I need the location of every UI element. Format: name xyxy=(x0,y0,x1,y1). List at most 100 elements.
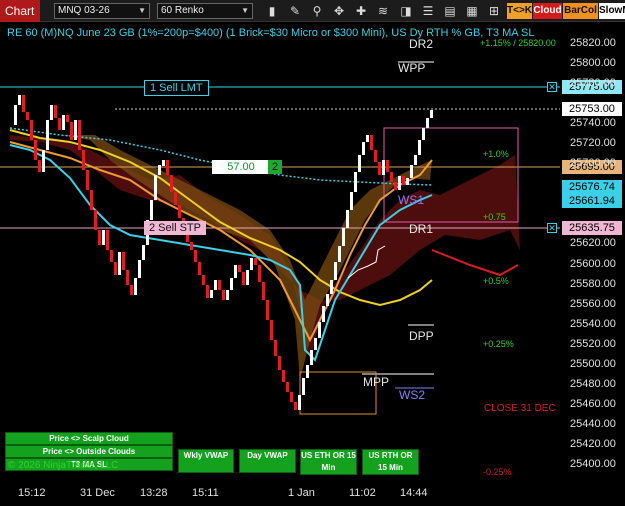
indicators-icon[interactable]: ≋ xyxy=(375,3,391,19)
renko-brick xyxy=(86,170,89,190)
renko-brick xyxy=(66,115,69,122)
renko-brick xyxy=(118,252,121,275)
crosshair-icon[interactable]: ✚ xyxy=(353,3,369,19)
renko-brick xyxy=(166,160,169,175)
renko-brick xyxy=(14,105,17,125)
renko-brick xyxy=(162,160,165,166)
renko-brick xyxy=(58,118,61,130)
slow-ma-button[interactable]: SlowM xyxy=(599,3,625,19)
position-qty[interactable]: 2 xyxy=(268,160,282,174)
renko-brick xyxy=(334,262,337,280)
cancel-sell-stp-icon[interactable]: ✕ xyxy=(547,223,557,233)
renko-brick xyxy=(414,155,417,165)
renko-brick xyxy=(18,95,21,105)
chart-header: RE 60 (M)NQ June 23 GB (1%=200p=$400) (1… xyxy=(7,27,535,39)
renko-brick xyxy=(114,262,117,275)
renko-brick xyxy=(202,275,205,285)
chart-toolbar: Chart MNQ 03-26 ▼ 60 Renko ▼ ▮ ✎ ⚲ ✥ ✚ ≋… xyxy=(0,0,625,22)
renko-brick xyxy=(394,182,397,190)
pct-label-top: +1.15% / 25820.00 xyxy=(480,38,556,48)
time-label: 31 Dec xyxy=(80,487,115,499)
renko-brick xyxy=(362,142,365,155)
renko-brick xyxy=(390,172,393,182)
price-axis-label: 25440.00 xyxy=(570,417,616,430)
price-axis-label: 25820.00 xyxy=(570,37,616,49)
pivot-dpp: DPP xyxy=(409,329,434,343)
price-axis-label: 25720.00 xyxy=(570,137,616,150)
bar-type-value: 60 Renko xyxy=(161,5,204,16)
renko-brick xyxy=(250,258,253,270)
renko-brick xyxy=(366,135,369,142)
renko-brick xyxy=(294,402,297,410)
renko-brick xyxy=(42,150,45,172)
price-axis-label: 25480.00 xyxy=(570,377,616,390)
renko-brick xyxy=(190,242,193,250)
bar-chart-icon[interactable]: ▮ xyxy=(264,3,280,19)
price-axis-label: 25400.00 xyxy=(570,458,616,470)
bar-type-selector[interactable]: 60 Renko ▼ xyxy=(157,3,253,19)
last-price-tag: 25753.00 xyxy=(562,102,622,116)
chart-trader-icon[interactable]: ▤ xyxy=(442,3,458,19)
pct-label-1: +1.0% xyxy=(483,149,509,159)
renko-brick xyxy=(30,120,33,140)
renko-brick xyxy=(370,135,373,150)
renko-brick xyxy=(34,140,37,160)
barcol-button[interactable]: BarCol xyxy=(563,3,598,19)
scalp-cloud-button[interactable]: Price <> Scalp Cloud xyxy=(5,432,173,445)
price-axis-label: 25560.00 xyxy=(570,297,616,310)
renko-brick xyxy=(242,272,245,285)
pivot-dr2: DR2 xyxy=(409,37,434,51)
renko-brick xyxy=(50,105,53,120)
renko-brick xyxy=(26,112,29,120)
renko-brick xyxy=(106,230,109,250)
tk-button[interactable]: T<>K xyxy=(507,3,532,19)
layout-icon[interactable]: ▦ xyxy=(464,3,480,19)
renko-brick xyxy=(290,392,293,402)
day-vwap-button[interactable]: Day VWAP xyxy=(239,449,296,473)
renko-brick xyxy=(94,210,97,230)
price-axis-label: 25600.00 xyxy=(570,257,616,270)
renko-brick xyxy=(102,230,105,245)
renko-brick xyxy=(82,150,85,170)
renko-brick xyxy=(130,285,133,295)
chevron-down-icon: ▼ xyxy=(138,6,146,15)
us-rth-or-button[interactable]: US RTH OR 15 Min xyxy=(362,449,419,475)
pivot-wpp: WPP xyxy=(398,61,426,75)
renko-brick xyxy=(150,200,153,220)
chart-tab[interactable]: Chart xyxy=(0,0,40,22)
properties-icon[interactable]: ☰ xyxy=(420,3,436,19)
renko-brick xyxy=(282,370,285,382)
renko-brick xyxy=(330,280,333,294)
sell-lmt-order[interactable]: 1 Sell LMT xyxy=(144,80,209,96)
instrument-selector[interactable]: MNQ 03-26 ▼ xyxy=(54,3,150,19)
cyan-price-tag-2: 25661.94 xyxy=(562,194,622,208)
chevron-down-icon: ▼ xyxy=(241,6,249,15)
renko-brick xyxy=(218,280,221,290)
position-pnl[interactable]: 57.00 xyxy=(212,160,270,174)
renko-brick xyxy=(254,258,257,265)
renko-brick xyxy=(98,230,101,245)
renko-brick xyxy=(90,190,93,210)
renko-brick xyxy=(318,322,321,338)
zoom-icon[interactable]: ⚲ xyxy=(309,3,325,19)
renko-brick xyxy=(398,176,401,190)
us-eth-or-button[interactable]: US ETH OR 15 Min xyxy=(300,449,357,475)
sell-stp-order[interactable]: 2 Sell STP xyxy=(144,221,206,235)
cloud-button[interactable]: Cloud xyxy=(533,3,562,19)
renko-brick xyxy=(410,165,413,178)
price-axis-label: 25800.00 xyxy=(570,57,616,70)
grid-icon[interactable]: ⊞ xyxy=(486,3,502,19)
renko-brick xyxy=(74,120,77,140)
pct-label-025: +0.25% xyxy=(483,339,514,349)
draw-tool-icon[interactable]: ✎ xyxy=(287,3,303,19)
close-label: CLOSE 31 DEC xyxy=(484,403,556,414)
wkly-vwap-button[interactable]: Wkly VWAP xyxy=(178,449,234,473)
renko-brick xyxy=(230,278,233,290)
pan-icon[interactable]: ✥ xyxy=(331,3,347,19)
outside-clouds-button[interactable]: Price <> Outside Clouds xyxy=(5,445,173,458)
renko-brick xyxy=(346,210,349,228)
renko-brick xyxy=(386,160,389,172)
cancel-sell-lmt-icon[interactable]: ✕ xyxy=(547,82,557,92)
strategy-icon[interactable]: ◨ xyxy=(398,3,414,19)
renko-brick xyxy=(430,110,433,118)
